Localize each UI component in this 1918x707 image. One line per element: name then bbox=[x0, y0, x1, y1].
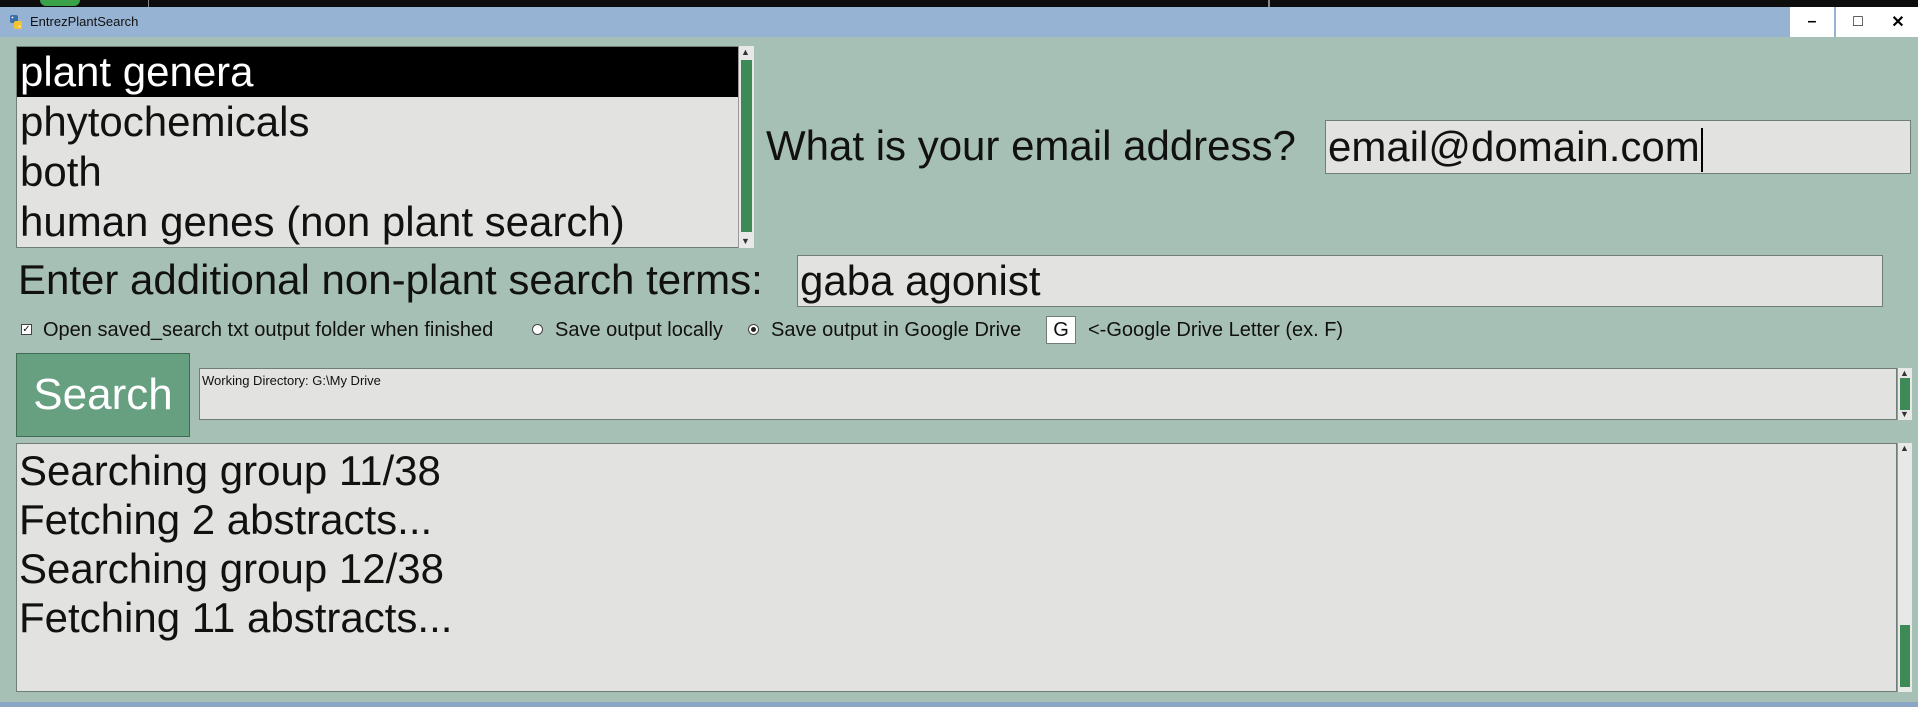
scroll-up-icon[interactable]: ▲ bbox=[741, 47, 750, 57]
python-icon bbox=[10, 15, 22, 29]
log-line: Fetching 11 abstracts... bbox=[19, 594, 453, 641]
minimize-icon: – bbox=[1807, 13, 1817, 30]
scroll-thumb[interactable] bbox=[1900, 378, 1910, 410]
open-folder-checkbox[interactable]: ✓ bbox=[21, 324, 32, 335]
email-field[interactable]: email@domain.com bbox=[1325, 120, 1911, 174]
scroll-thumb[interactable] bbox=[741, 60, 752, 232]
taskbar-strip bbox=[0, 0, 1918, 7]
drive-letter-input[interactable]: G bbox=[1046, 316, 1076, 344]
search-type-listbox[interactable]: plant genera phytochemicals both human g… bbox=[16, 46, 754, 248]
window-bottom-border bbox=[0, 702, 1918, 707]
taskbar-divider bbox=[148, 0, 149, 7]
window-title: EntrezPlantSearch bbox=[30, 14, 139, 29]
list-item-plant-genera[interactable]: plant genera bbox=[17, 47, 753, 97]
maximize-button[interactable]: □ bbox=[1836, 7, 1880, 37]
title-bar[interactable]: EntrezPlantSearch bbox=[0, 7, 1918, 37]
output-log[interactable]: Searching group 11/38 Fetching 2 abstrac… bbox=[16, 443, 1897, 692]
close-button[interactable]: ✕ bbox=[1878, 7, 1918, 37]
taskbar-divider bbox=[1268, 0, 1270, 7]
scroll-down-icon[interactable]: ▼ bbox=[1900, 409, 1909, 419]
working-directory-text: Working Directory: G:\My Drive bbox=[202, 373, 381, 388]
maximize-icon: □ bbox=[1853, 13, 1863, 30]
checkmark-icon: ✓ bbox=[22, 324, 31, 335]
log-line: Searching group 11/38 bbox=[19, 447, 441, 494]
save-local-label: Save output locally bbox=[555, 319, 723, 341]
list-item-human-genes[interactable]: human genes (non plant search) bbox=[17, 197, 753, 247]
list-item-phytochemicals[interactable]: phytochemicals bbox=[17, 97, 753, 147]
scroll-thumb[interactable] bbox=[1900, 625, 1910, 687]
search-terms-input[interactable]: gaba agonist bbox=[797, 255, 1883, 307]
save-drive-label: Save output in Google Drive bbox=[771, 319, 1022, 341]
search-terms-label: Enter additional non-plant search terms: bbox=[18, 256, 763, 303]
scroll-up-icon[interactable]: ▲ bbox=[1900, 443, 1909, 453]
close-icon: ✕ bbox=[1891, 14, 1905, 31]
save-local-radio[interactable] bbox=[532, 324, 543, 335]
working-directory-scrollbar[interactable]: ▲ ▼ bbox=[1897, 368, 1912, 420]
email-label: What is your email address? bbox=[766, 122, 1296, 169]
text-cursor bbox=[1700, 127, 1703, 172]
save-drive-radio[interactable] bbox=[748, 324, 759, 335]
scroll-down-icon[interactable]: ▼ bbox=[741, 236, 750, 246]
list-item-both[interactable]: both bbox=[17, 147, 753, 197]
output-scrollbar[interactable]: ▲ bbox=[1897, 443, 1912, 692]
taskbar-app-icon bbox=[40, 0, 80, 6]
drive-letter-hint: <-Google Drive Letter (ex. F) bbox=[1088, 319, 1344, 341]
log-line: Fetching 2 abstracts... bbox=[19, 496, 433, 543]
log-line: Searching group 12/38 bbox=[19, 545, 444, 592]
working-directory-box[interactable]: Working Directory: G:\My Drive bbox=[199, 368, 1897, 420]
listbox-scrollbar[interactable]: ▲ ▼ bbox=[738, 46, 754, 248]
search-button[interactable]: Search bbox=[16, 353, 190, 437]
scroll-up-icon[interactable]: ▲ bbox=[1900, 368, 1909, 378]
minimize-button[interactable]: – bbox=[1790, 7, 1834, 37]
open-folder-label: Open saved_search txt output folder when… bbox=[43, 319, 494, 341]
email-value: email@domain.com bbox=[1328, 123, 1700, 170]
